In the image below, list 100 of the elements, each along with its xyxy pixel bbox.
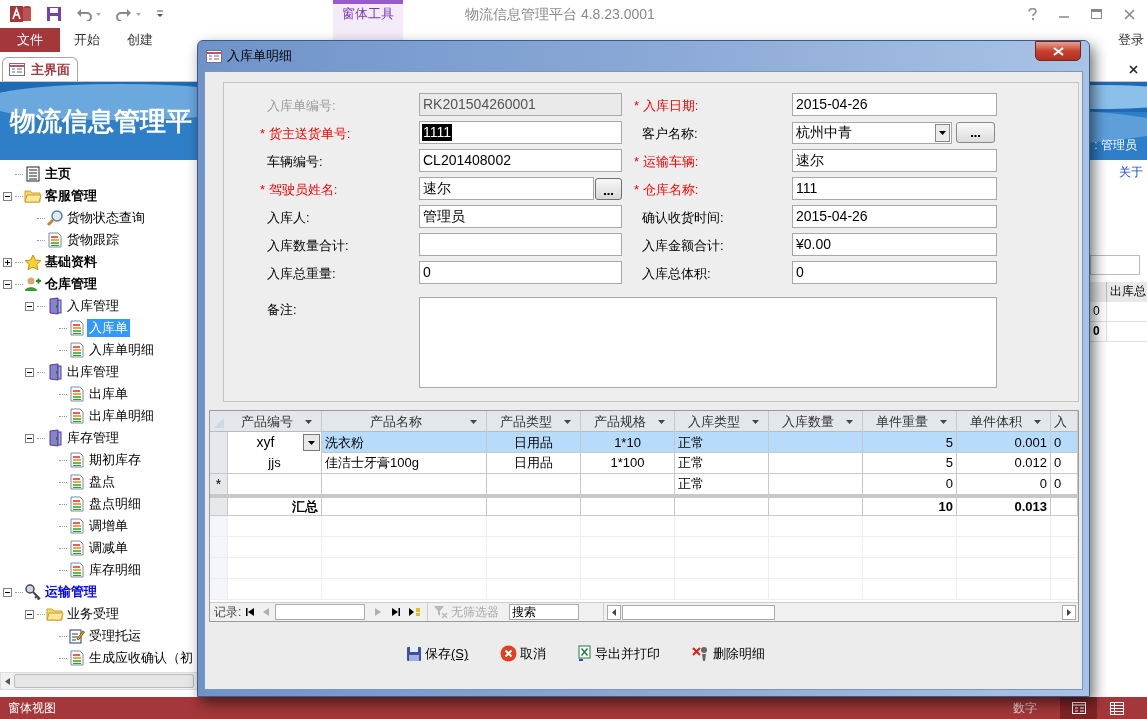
horizontal-scrollbar[interactable] [0, 672, 199, 690]
save-icon[interactable] [46, 6, 62, 22]
new-record-icon[interactable] [409, 607, 422, 617]
input-field[interactable]: CL201408002 [419, 149, 622, 172]
tree-item[interactable]: 盘点 [87, 473, 117, 491]
tree-item[interactable]: 基础资料 [43, 253, 99, 271]
document-tab[interactable]: 主界面 [2, 57, 78, 81]
input-field[interactable]: 0 [419, 261, 622, 284]
last-record-icon[interactable] [391, 607, 402, 617]
document-icon [70, 650, 84, 666]
tree-item[interactable]: 入库单明细 [87, 341, 156, 359]
action-button[interactable]: 导出并打印 [578, 644, 661, 664]
ribbon-tab[interactable]: 开始 [60, 28, 113, 52]
close-icon [1052, 46, 1064, 56]
combo-box[interactable]: 杭州中青 [792, 121, 952, 144]
field-label: * 入库日期: [634, 97, 699, 113]
ribbon-tab[interactable]: 创建 [113, 28, 166, 52]
tree-item[interactable]: 受理托运 [87, 627, 143, 645]
datasheet-view-icon[interactable] [1110, 701, 1124, 715]
collapse-icon[interactable] [3, 279, 12, 289]
tree-item[interactable]: 主页 [43, 165, 73, 183]
form-view-icon[interactable] [1071, 702, 1086, 714]
search-field[interactable]: 搜索 [509, 604, 580, 620]
tree-item[interactable]: 生成应收确认（初 [87, 649, 195, 667]
about-link[interactable]: 关于 [1119, 163, 1143, 181]
tree-item[interactable]: 出库单明细 [87, 407, 156, 425]
tree-item[interactable]: 客服管理 [43, 187, 99, 205]
table-row[interactable]: * 正常 0 0 0 [210, 474, 1078, 495]
sort-caret-icon[interactable] [564, 419, 571, 424]
sort-caret-icon[interactable] [752, 419, 759, 424]
maximize-icon[interactable] [1091, 9, 1102, 19]
input-field[interactable]: 2015-04-26 [792, 93, 997, 116]
table-row[interactable]: 汇总 10 0.013 [210, 495, 1078, 516]
table-row[interactable]: xyf 洗衣粉 日用品 1*10 正常 5 0.001 0 [210, 432, 1078, 453]
close-icon[interactable] [1129, 65, 1138, 74]
collapse-icon[interactable] [3, 587, 12, 597]
browse-button[interactable] [595, 177, 622, 200]
tree-item[interactable]: 仓库管理 [43, 275, 99, 293]
input-field[interactable]: 1111 [419, 121, 622, 144]
input-field[interactable]: RK201504260001 [419, 93, 622, 116]
tree-item[interactable]: 出库单 [87, 385, 130, 403]
collapse-icon[interactable] [25, 433, 34, 443]
tree-item[interactable]: 货物跟踪 [65, 231, 121, 249]
tree-item[interactable]: 出库管理 [65, 363, 121, 381]
action-button[interactable]: 保存(S) [406, 644, 469, 664]
redo-icon[interactable] [116, 7, 142, 21]
sort-caret-icon[interactable] [940, 419, 947, 424]
input-field[interactable]: 0 [792, 261, 997, 284]
login-link[interactable]: 登录 [1118, 30, 1147, 50]
record-number-field[interactable] [275, 604, 366, 620]
input-field[interactable]: 速尔 [792, 149, 997, 172]
customize-icon[interactable] [156, 10, 164, 18]
spreadsheet-icon [578, 645, 593, 663]
sort-caret-icon[interactable] [846, 419, 853, 424]
scroll-left-icon[interactable] [5, 677, 10, 685]
input-field[interactable]: 2015-04-26 [792, 205, 997, 228]
sort-caret-icon[interactable] [305, 419, 312, 424]
document-icon [70, 540, 84, 556]
action-button[interactable]: 取消 [500, 644, 547, 664]
tree-item[interactable]: 业务受理 [65, 605, 121, 623]
collapse-icon[interactable] [25, 367, 34, 377]
input-field[interactable]: 管理员 [419, 205, 622, 228]
tree-item[interactable]: 盘点明细 [87, 495, 143, 513]
tree-item[interactable]: 入库管理 [65, 297, 121, 315]
close-button[interactable] [1035, 41, 1081, 61]
input-field[interactable]: ¥0.00 [792, 233, 997, 256]
field-label: 客户名称: [642, 125, 698, 141]
collapse-icon[interactable] [25, 609, 34, 619]
input-field[interactable]: 111 [792, 177, 997, 200]
remarks-field[interactable] [419, 297, 997, 388]
scrollbar-thumb[interactable] [622, 604, 776, 620]
tree-item[interactable]: 库存明细 [87, 561, 143, 579]
collapse-icon[interactable] [3, 191, 12, 201]
action-button[interactable]: 删除明细 [692, 644, 766, 664]
sort-caret-icon[interactable] [470, 419, 477, 424]
input-field[interactable] [419, 233, 622, 256]
collapse-icon[interactable] [25, 301, 34, 311]
scroll-right-icon[interactable] [1067, 608, 1071, 616]
tree-item[interactable]: 调减单 [87, 539, 130, 557]
undo-icon[interactable] [76, 7, 102, 21]
sort-caret-icon[interactable] [658, 419, 665, 424]
ribbon-tab[interactable]: 文件 [0, 28, 60, 52]
browse-button[interactable] [956, 122, 995, 143]
sort-caret-icon[interactable] [1034, 419, 1041, 424]
tree-item[interactable]: 调增单 [87, 517, 130, 535]
scroll-left-icon[interactable] [612, 608, 617, 616]
combo-box[interactable]: xyf [228, 432, 322, 453]
tree-item[interactable]: 运输管理 [43, 583, 99, 601]
door-icon [48, 363, 62, 381]
first-record-icon[interactable] [245, 607, 256, 617]
column-header[interactable]: 出库总 [1107, 282, 1147, 302]
table-row[interactable]: jjs 佳洁士牙膏100g 日用品 1*100 正常 5 0.012 0 [210, 453, 1078, 474]
input-field[interactable]: 速尔 [419, 177, 594, 200]
tree-item[interactable]: 库存管理 [65, 429, 121, 447]
help-icon[interactable] [1028, 8, 1037, 20]
tree-item[interactable]: 货物状态查询 [65, 209, 147, 227]
expand-icon[interactable] [3, 257, 12, 267]
table-cell: 汇总 [292, 498, 318, 515]
input-field[interactable] [1090, 255, 1140, 275]
tree-item[interactable]: 期初库存 [87, 451, 143, 469]
